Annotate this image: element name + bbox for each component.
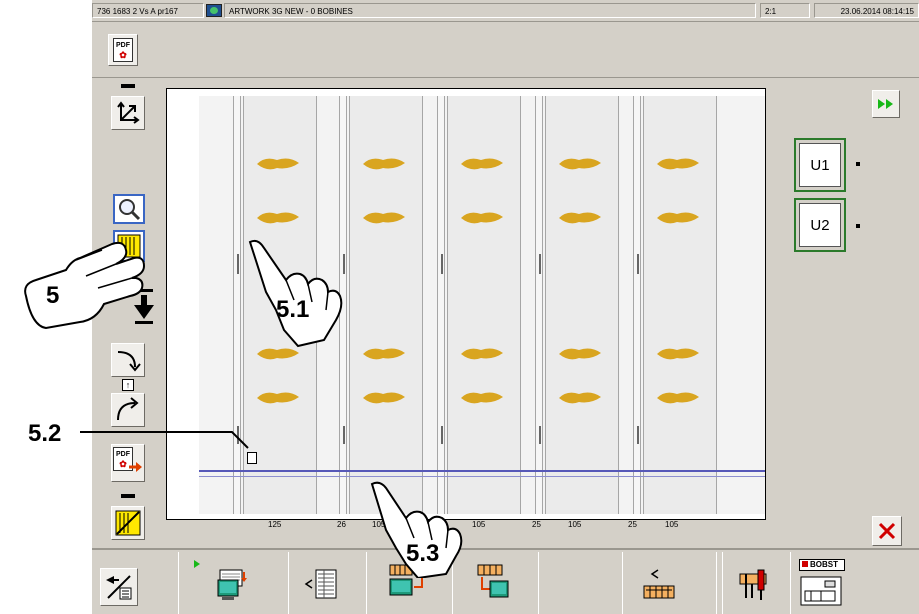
pointer-hand-icon [248, 239, 343, 348]
document-list-button[interactable] [300, 562, 344, 606]
u2-indicator [856, 224, 860, 228]
glue-flap [437, 96, 445, 514]
crease-mark [441, 254, 443, 274]
dimension-label: 105 [665, 520, 679, 529]
crease-mark [539, 426, 541, 444]
datetime-field: 23.06.2014 08:14:15 [814, 3, 919, 18]
pointer-hand-icon [24, 241, 146, 330]
rotate-down-button[interactable] [111, 343, 145, 377]
gold-foil-mark [657, 392, 699, 404]
axis-icon [117, 101, 140, 124]
strip-adjust-button[interactable] [111, 506, 145, 540]
u1-button[interactable]: U1 [794, 138, 846, 192]
gold-foil-mark [257, 158, 299, 170]
gold-foil-mark [461, 158, 503, 170]
stacking-button[interactable] [638, 562, 682, 606]
u1-indicator [856, 162, 860, 166]
globe-icon [206, 4, 222, 17]
minus-icon [121, 84, 135, 88]
curve-down-icon [117, 351, 141, 372]
bottom-toolbar: BOBST [92, 548, 919, 614]
tools-button[interactable] [732, 562, 776, 606]
crease-mark [637, 426, 639, 444]
gold-foil-mark [657, 212, 699, 224]
u1-label: U1 [799, 143, 841, 187]
crease-mark [343, 426, 345, 444]
gold-foil-mark [363, 212, 405, 224]
callout-5: 5 [46, 282, 60, 309]
glue-flap [535, 96, 543, 514]
gold-foil-mark [559, 158, 601, 170]
u2-label: U2 [799, 203, 841, 247]
double-arrow-right-icon [878, 99, 893, 109]
callout-5-1: 5.1 [276, 296, 310, 323]
gold-foil-mark [363, 158, 405, 170]
crease-mark [441, 426, 443, 444]
machine-icon [800, 576, 842, 606]
import-layout-icon [106, 575, 132, 600]
strip-adjust-icon [115, 510, 141, 536]
gold-foil-mark [461, 392, 503, 404]
gold-foil-mark [363, 392, 405, 404]
computer-download-icon [217, 569, 247, 600]
document-list-icon [304, 569, 337, 599]
send-to-machine-button[interactable] [210, 562, 254, 606]
title-bar: 736 1683 2 Vs A pr167 ARTWORK 3G NEW - 0… [92, 0, 919, 22]
crease-mark [539, 254, 541, 274]
zoom-field: 2:1 [760, 3, 810, 18]
pdf-open-button[interactable]: PDF ✿ [108, 34, 138, 66]
close-button[interactable] [872, 516, 902, 546]
gold-foil-mark [657, 348, 699, 360]
gold-foil-mark [257, 392, 299, 404]
stacking-icon [643, 569, 675, 599]
callout-5-2: 5.2 [28, 420, 62, 447]
bobst-logo: BOBST [799, 559, 845, 571]
magnifier-icon [119, 199, 141, 221]
close-icon [878, 522, 896, 540]
guide-line [199, 476, 765, 477]
u2-button[interactable]: U2 [794, 198, 846, 252]
toolbox-icon [739, 569, 767, 600]
zoom-button[interactable] [113, 194, 145, 224]
gold-foil-mark [559, 348, 601, 360]
gold-foil-mark [559, 392, 601, 404]
dimension-label: 105 [568, 520, 582, 529]
forward-button[interactable] [872, 90, 900, 118]
gold-foil-mark [257, 212, 299, 224]
gold-foil-mark [461, 212, 503, 224]
callout-5-2-leader [80, 431, 249, 449]
bobst-button[interactable]: BOBST [798, 558, 846, 608]
gold-foil-mark [461, 348, 503, 360]
callout-5-3: 5.3 [406, 540, 440, 567]
dimension-label: 25 [532, 520, 541, 529]
dimension-label: 26 [337, 520, 346, 529]
pdf-icon: PDF ✿ [113, 38, 133, 62]
axis-tool-button[interactable] [111, 96, 145, 130]
gold-foil-mark [559, 212, 601, 224]
dimension-label: 25 [628, 520, 637, 529]
step-up-icon[interactable]: ↑ [122, 379, 134, 391]
crease-mark [637, 254, 639, 274]
artwork-name-field: ARTWORK 3G NEW - 0 BOBINES [224, 3, 756, 18]
play-indicator-icon [194, 560, 200, 568]
dimension-label: 125 [268, 520, 282, 529]
gold-foil-mark [657, 158, 699, 170]
minus-icon-2 [121, 494, 135, 498]
top-toolbar: PDF ✿ [92, 22, 919, 78]
gold-foil-mark [363, 348, 405, 360]
glue-flap [633, 96, 641, 514]
guide-line [199, 470, 765, 472]
job-number-field: 736 1683 2 Vs A pr167 [92, 3, 204, 18]
layout-import-button[interactable] [100, 568, 138, 606]
